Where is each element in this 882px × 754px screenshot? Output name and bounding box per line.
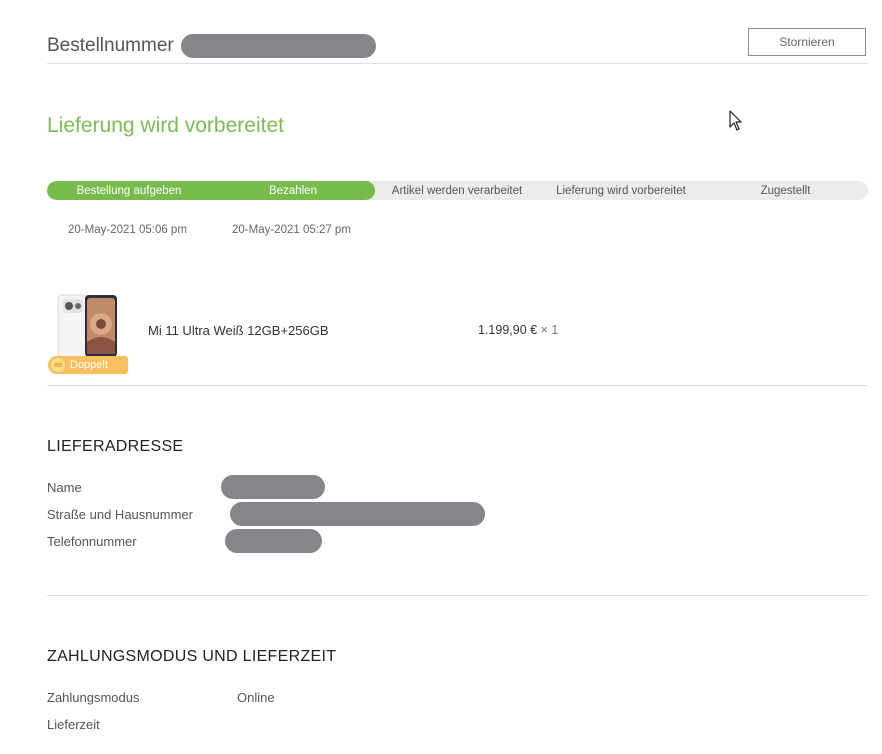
product-divider [47, 385, 868, 386]
step-delivered: Zugestellt [760, 184, 811, 197]
name-redacted [221, 475, 325, 499]
step-date: 20-May-2021 05:06 pm [68, 224, 187, 236]
payment-heading: ZAHLUNGSMODUS UND LIEFERZEIT [47, 648, 337, 665]
mouse-cursor-icon [729, 110, 743, 137]
mi-logo-icon: mi [51, 358, 65, 372]
step-place-order: Bestellung aufgeben [76, 184, 182, 197]
delivery-time-label: Lieferzeit [47, 717, 100, 732]
header-divider [47, 63, 868, 64]
product-badge-label: Doppelt [70, 359, 108, 371]
step-preparing-delivery: Lieferung wird vorbereitet [556, 184, 686, 197]
product-name[interactable]: Mi 11 Ultra Weiß 12GB+256GB [148, 323, 329, 338]
product-price-line: 1.199,90 € × 1 [478, 323, 558, 337]
step-pay: Bezahlen [269, 184, 317, 197]
order-number-label: Bestellnummer [47, 35, 174, 56]
cancel-order-button[interactable]: Stornieren [748, 28, 866, 56]
product-price: 1.199,90 € [478, 323, 538, 337]
street-label: Straße und Hausnummer [47, 507, 193, 522]
street-redacted [230, 502, 485, 526]
order-status-title: Lieferung wird vorbereitet [47, 114, 284, 137]
step-processing: Artikel werden verarbeitet [391, 184, 523, 197]
order-number-redacted [181, 34, 376, 58]
phone-redacted [225, 529, 322, 553]
step-date: 20-May-2021 05:27 pm [232, 224, 351, 236]
address-divider [47, 595, 868, 596]
product-quantity: × 1 [540, 323, 559, 337]
product-badge: mi Doppelt [48, 356, 128, 374]
phone-label: Telefonnummer [47, 534, 137, 549]
delivery-address-heading: LIEFERADRESSE [47, 438, 184, 455]
name-label: Name [47, 480, 82, 495]
payment-mode-label: Zahlungsmodus [47, 690, 140, 705]
order-progress-bar: Bestellung aufgeben Bezahlen Artikel wer… [47, 181, 868, 200]
payment-mode-value: Online [237, 690, 275, 705]
